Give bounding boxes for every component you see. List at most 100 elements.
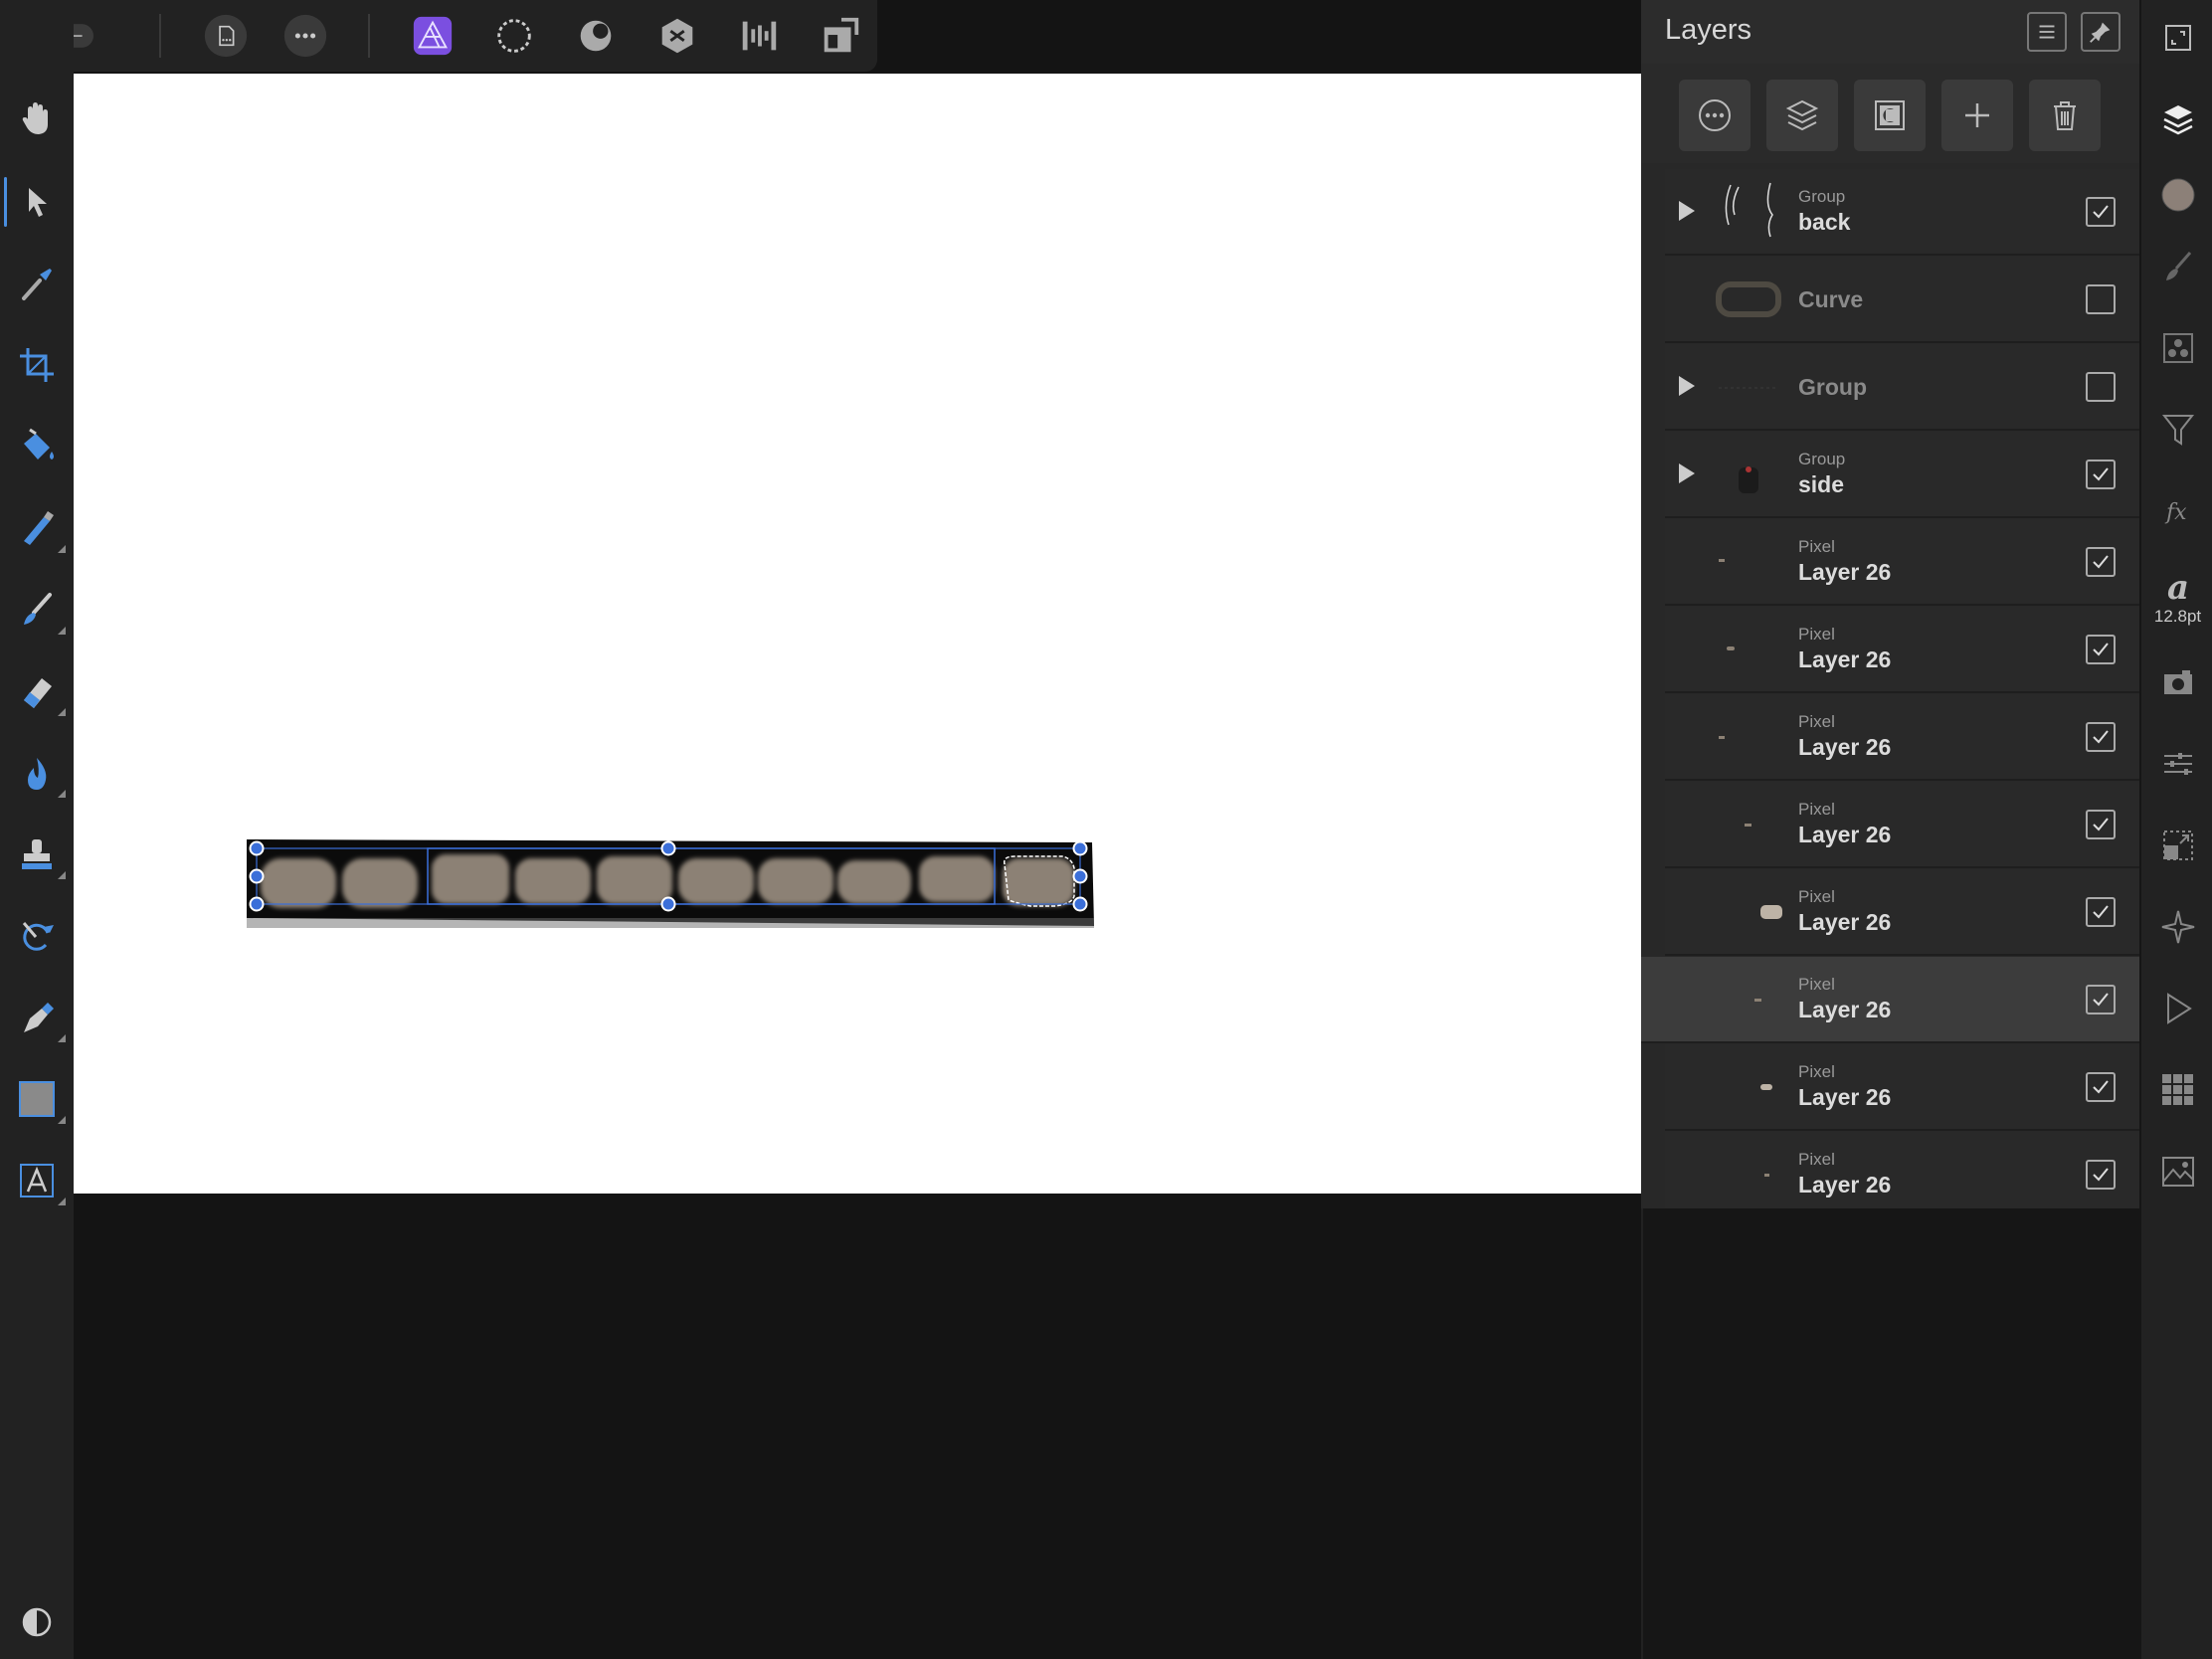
expand-triangle-icon[interactable] [1679, 201, 1695, 221]
paint-brush-tool[interactable] [0, 575, 74, 645]
layer-visibility-checkbox[interactable] [2086, 284, 2116, 314]
rectangle-tool[interactable] [0, 1064, 74, 1134]
quick-mask-toggle[interactable] [0, 1587, 74, 1657]
snapshots-studio-button[interactable] [2141, 652, 2212, 712]
photo-persona-button[interactable] [410, 10, 456, 62]
layer-visibility-checkbox[interactable] [2086, 1160, 2116, 1190]
layer-row-layer-26[interactable]: Pixel Layer 26 [1665, 694, 2139, 781]
tool-flyout-indicator [58, 708, 66, 716]
photo-persona-icon [413, 16, 453, 56]
pen-tool[interactable] [0, 983, 74, 1052]
filters-studio-button[interactable] [2141, 400, 2212, 460]
tool-flyout-indicator [58, 1116, 66, 1124]
layer-visibility-checkbox[interactable] [2086, 985, 2116, 1014]
erase-brush-tool[interactable] [0, 656, 74, 726]
layer-visibility-checkbox[interactable] [2086, 197, 2116, 227]
layer-visibility-checkbox[interactable] [2086, 810, 2116, 839]
undo-brush-tool[interactable] [0, 901, 74, 971]
layer-visibility-checkbox[interactable] [2086, 722, 2116, 752]
hand-tool[interactable] [0, 84, 74, 153]
layer-name: Group [1798, 374, 1867, 400]
layers-actions-bar [1641, 64, 2139, 163]
pen-tool-icon [24, 1003, 54, 1032]
toolbar-separator [159, 14, 161, 58]
checkmark-icon [2093, 467, 2109, 481]
selection-persona-button[interactable] [491, 10, 537, 62]
expand-triangle-icon[interactable] [1679, 463, 1695, 483]
layer-row-layer-26-selected[interactable]: Pixel Layer 26 [1641, 957, 2139, 1043]
more-button[interactable] [279, 10, 331, 62]
layers-studio-button[interactable] [2141, 90, 2212, 149]
artwork-strip[interactable] [247, 769, 1301, 968]
trash-icon [2054, 101, 2076, 130]
develop-persona-button[interactable] [654, 10, 700, 62]
pin-panel-button[interactable] [2081, 12, 2120, 52]
transform-studio-button[interactable] [2141, 816, 2212, 875]
fullscreen-button[interactable] [2141, 8, 2212, 68]
channels-icon [2162, 333, 2193, 363]
layer-row-side[interactable]: Group side [1665, 432, 2139, 518]
checkmark-icon [2093, 1168, 2109, 1182]
checkmark-icon [2093, 1080, 2109, 1094]
channels-studio-button[interactable] [2141, 318, 2212, 378]
macro-studio-button[interactable] [2141, 979, 2212, 1038]
checkmark-icon [2093, 993, 2109, 1007]
layer-name: Layer 26 [1798, 997, 1892, 1022]
layer-thumbnail [1727, 646, 1735, 650]
liquify-persona-icon [580, 20, 612, 52]
context-toolbar [0, 0, 877, 72]
mask-layer-button[interactable] [1854, 80, 1926, 151]
stock-studio-button[interactable] [2141, 1142, 2212, 1201]
color-picker-tool[interactable] [0, 249, 74, 318]
document-canvas[interactable] [74, 74, 1641, 1194]
effects-studio-button[interactable]: fx [2141, 481, 2212, 541]
liquify-persona-button[interactable] [573, 10, 619, 62]
move-tool[interactable] [0, 167, 74, 237]
layer-options-button[interactable] [1679, 80, 1751, 151]
layer-visibility-checkbox[interactable] [2086, 635, 2116, 664]
layer-stack-button[interactable] [1766, 80, 1838, 151]
layer-name: Layer 26 [1798, 734, 1892, 760]
layers-icon [2162, 105, 2193, 135]
layer-row-curve[interactable]: Curve [1665, 257, 2139, 343]
fx-icon: fx [2164, 500, 2187, 525]
flood-fill-tool-icon [24, 428, 54, 460]
svg-text:a: a [2167, 568, 2189, 607]
layer-visibility-checkbox[interactable] [2086, 547, 2116, 577]
layer-visibility-checkbox[interactable] [2086, 897, 2116, 927]
layer-row-layer-26[interactable]: Pixel Layer 26 [1665, 519, 2139, 606]
layer-row-layer-26[interactable]: Pixel Layer 26 [1665, 1132, 2139, 1218]
layer-row-layer-26[interactable]: Pixel Layer 26 [1665, 869, 2139, 956]
develop-persona-icon [661, 18, 693, 54]
layer-row-layer-26[interactable]: Pixel Layer 26 [1665, 607, 2139, 693]
expand-triangle-icon[interactable] [1679, 376, 1695, 396]
layer-row-layer-26[interactable]: Pixel Layer 26 [1665, 1044, 2139, 1131]
layer-row-layer-26[interactable]: Pixel Layer 26 [1665, 782, 2139, 868]
navigator-studio-button[interactable] [2141, 897, 2212, 957]
layer-row-back[interactable]: Group back [1665, 169, 2139, 256]
panel-menu-button[interactable] [2027, 12, 2067, 52]
export-persona-button[interactable] [818, 10, 863, 62]
checkmark-icon [2093, 555, 2109, 569]
adjustments-studio-button[interactable] [2141, 734, 2212, 794]
selection-brush-tool[interactable] [0, 493, 74, 563]
play-icon [2166, 993, 2192, 1024]
tone-mapping-persona-button[interactable] [736, 10, 782, 62]
document-menu-button[interactable] [200, 10, 252, 62]
layer-thumbnail [1754, 999, 1761, 1002]
swatches-studio-button[interactable] [2141, 1060, 2212, 1120]
color-studio-button[interactable] [2141, 165, 2212, 225]
burn-brush-tool[interactable] [0, 738, 74, 808]
layer-visibility-checkbox[interactable] [2086, 372, 2116, 402]
layer-visibility-checkbox[interactable] [2086, 1072, 2116, 1102]
add-layer-button[interactable] [1941, 80, 2013, 151]
layer-row-group[interactable]: Group [1665, 344, 2139, 431]
flood-fill-tool[interactable] [0, 412, 74, 481]
crop-tool[interactable] [0, 330, 74, 400]
clone-tool[interactable] [0, 820, 74, 889]
layer-visibility-checkbox[interactable] [2086, 460, 2116, 489]
delete-layer-button[interactable] [2029, 80, 2101, 151]
brushes-studio-button[interactable] [2141, 237, 2212, 296]
tool-flyout-indicator [58, 627, 66, 635]
text-tool[interactable] [0, 1146, 74, 1215]
